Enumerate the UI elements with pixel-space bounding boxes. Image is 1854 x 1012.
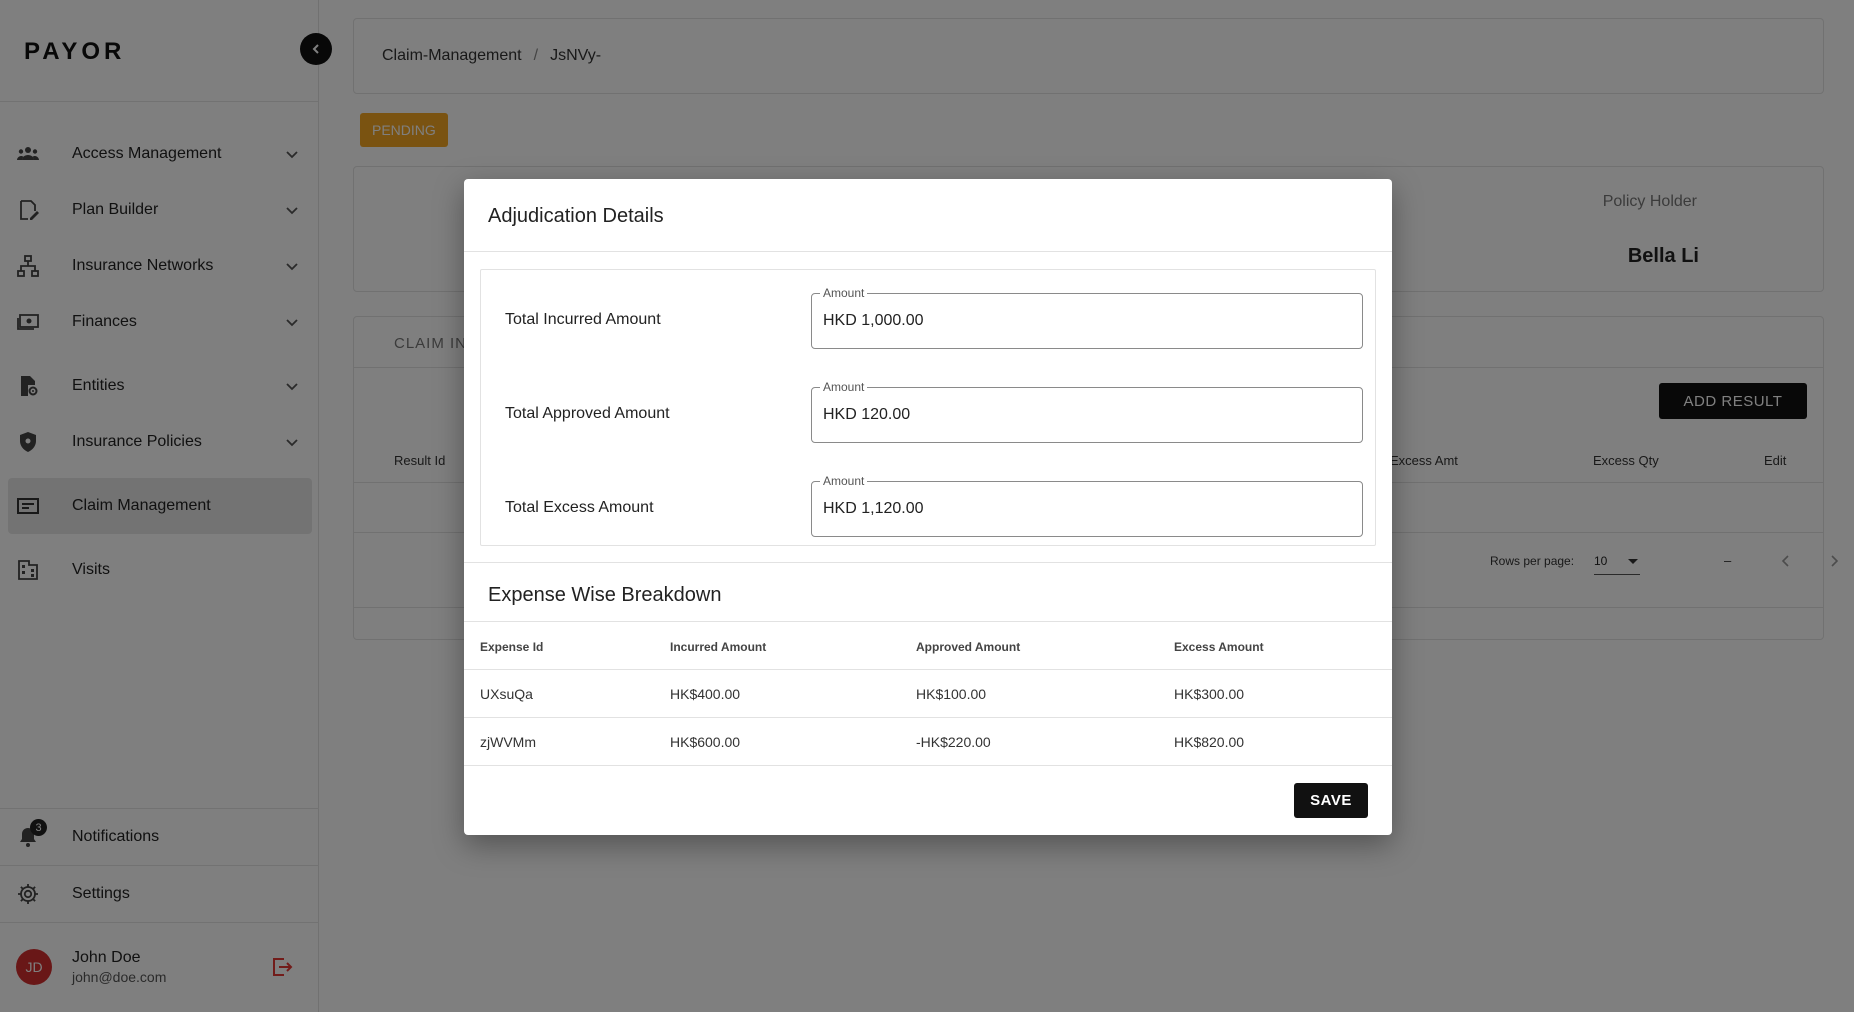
excess-amount-cell: HK$820.00 <box>1174 734 1245 750</box>
total-incurred-amount-field[interactable]: Amount HKD 1,000.00 <box>811 286 1363 349</box>
total-approved-row: Total Approved Amount Amount HKD 120.00 <box>481 380 1375 443</box>
approved-amount-cell: -HK$220.00 <box>916 734 991 750</box>
column-header: Incurred Amount <box>670 640 767 654</box>
adjudication-details-dialog: Adjudication Details Total Incurred Amou… <box>464 179 1392 835</box>
divider <box>464 251 1392 252</box>
expense-id-cell: zjWVMm <box>480 734 536 750</box>
column-header: Excess Amount <box>1174 640 1264 654</box>
total-excess-row: Total Excess Amount Amount HKD 1,120.00 <box>481 474 1375 537</box>
table-row: UXsuQa HK$400.00 HK$100.00 HK$300.00 <box>464 670 1392 718</box>
expense-breakdown-table: Expense Id Incurred Amount Approved Amou… <box>464 622 1392 766</box>
dialog-title: Adjudication Details <box>488 205 664 227</box>
column-header: Approved Amount <box>916 640 1021 654</box>
field-value: HKD 120.00 <box>823 406 911 423</box>
field-value: HKD 1,000.00 <box>823 312 924 329</box>
save-button[interactable]: SAVE <box>1294 783 1368 818</box>
incurred-amount-cell: HK$600.00 <box>670 734 741 750</box>
approved-amount-cell: HK$100.00 <box>916 686 987 702</box>
expense-id-cell: UXsuQa <box>480 686 533 702</box>
field-legend: Amount <box>820 286 868 300</box>
field-legend: Amount <box>820 380 868 394</box>
breakdown-title: Expense Wise Breakdown <box>488 584 722 606</box>
field-legend: Amount <box>820 474 868 488</box>
column-header: Expense Id <box>480 640 544 654</box>
incurred-amount-cell: HK$400.00 <box>670 686 741 702</box>
total-incurred-row: Total Incurred Amount Amount HKD 1,000.0… <box>481 286 1375 349</box>
table-header-row: Expense Id Incurred Amount Approved Amou… <box>464 622 1392 670</box>
excess-amount-cell: HK$300.00 <box>1174 686 1245 702</box>
total-incurred-label: Total Incurred Amount <box>505 311 661 328</box>
total-excess-label: Total Excess Amount <box>505 499 654 516</box>
table-row: zjWVMm HK$600.00 -HK$220.00 HK$820.00 <box>464 718 1392 766</box>
divider <box>464 562 1392 563</box>
amounts-panel: Total Incurred Amount Amount HKD 1,000.0… <box>480 269 1376 546</box>
field-value: HKD 1,120.00 <box>823 500 924 517</box>
total-approved-amount-field[interactable]: Amount HKD 120.00 <box>811 380 1363 443</box>
total-approved-label: Total Approved Amount <box>505 405 670 422</box>
total-excess-amount-field[interactable]: Amount HKD 1,120.00 <box>811 474 1363 537</box>
